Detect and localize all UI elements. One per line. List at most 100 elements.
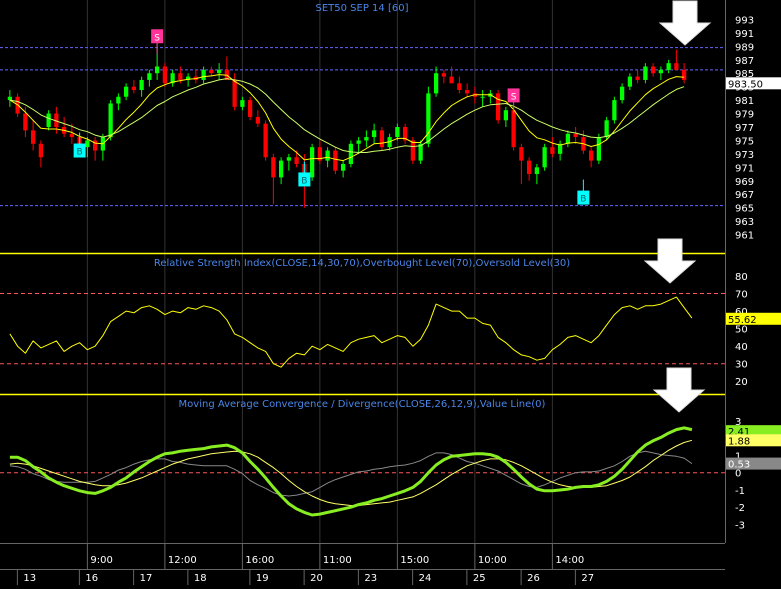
macd-tick-label: -2 bbox=[735, 503, 745, 514]
bull-candle-body bbox=[216, 69, 222, 74]
bear-candle-body bbox=[464, 90, 470, 94]
hour-label: 9:00 bbox=[90, 555, 112, 566]
bull-candle-body bbox=[309, 147, 315, 178]
bull-candle-body bbox=[596, 137, 602, 161]
price-tick-label: 993 bbox=[735, 15, 754, 26]
day-label: 20 bbox=[310, 573, 323, 584]
hour-label: 12:00 bbox=[168, 555, 197, 566]
bear-candle-body bbox=[410, 140, 416, 161]
price-tick-label: 963 bbox=[735, 217, 754, 228]
buy-signal-label: B bbox=[301, 176, 307, 186]
bear-candle-body bbox=[131, 86, 137, 91]
bear-candle-body bbox=[573, 133, 578, 138]
day-label: 27 bbox=[581, 573, 594, 584]
rsi-tick-label: 30 bbox=[735, 360, 748, 371]
bear-candle-body bbox=[441, 73, 447, 77]
bear-candle-body bbox=[209, 69, 214, 74]
bull-candle-body bbox=[108, 103, 113, 138]
price-tick-label: 975 bbox=[735, 136, 754, 147]
bull-candle-body bbox=[604, 120, 609, 138]
day-label: 23 bbox=[364, 573, 377, 584]
bull-candle-body bbox=[348, 143, 354, 164]
bear-candle-body bbox=[162, 66, 168, 84]
bull-candle-body bbox=[627, 76, 633, 87]
price-tick-label: 991 bbox=[735, 29, 754, 40]
day-label: 24 bbox=[419, 573, 432, 584]
bear-candle-body bbox=[38, 143, 44, 158]
bull-candle-body bbox=[666, 63, 671, 70]
price-tick-label: 969 bbox=[735, 177, 754, 188]
price-tick-label: 979 bbox=[735, 110, 754, 121]
bull-candle-body bbox=[658, 69, 664, 74]
bull-candle-body bbox=[565, 133, 571, 144]
bull-candle-body bbox=[371, 130, 377, 138]
histogram-last-value-label: 0.53 bbox=[728, 460, 750, 471]
bear-candle-body bbox=[247, 100, 253, 117]
bull-candle-body bbox=[201, 69, 206, 80]
price-tick-label: 973 bbox=[735, 150, 754, 161]
day-label: 18 bbox=[194, 573, 207, 584]
bull-candle-body bbox=[139, 79, 144, 91]
bear-candle-body bbox=[69, 133, 75, 138]
bear-candle-body bbox=[511, 110, 516, 148]
bull-candle-body bbox=[395, 127, 400, 138]
rsi-tick-label: 80 bbox=[735, 272, 748, 283]
price-tick-label: 977 bbox=[735, 123, 754, 134]
sell-signal-label: S bbox=[511, 92, 517, 102]
buy-signal-label: B bbox=[580, 195, 586, 205]
trading-chart[interactable]: 9939919899879859839819799779759739719699… bbox=[0, 0, 781, 585]
bull-candle-body bbox=[426, 93, 431, 144]
bear-candle-body bbox=[449, 76, 454, 84]
rsi-panel-title: Relative Strength Index(CLOSE,14,30,70),… bbox=[154, 258, 570, 269]
bull-candle-body bbox=[612, 100, 617, 121]
bear-candle-body bbox=[588, 150, 594, 161]
price-tick-label: 965 bbox=[735, 204, 754, 215]
price-last-value-label: 983.50 bbox=[728, 79, 763, 90]
bear-candle-body bbox=[255, 116, 261, 124]
bear-candle-body bbox=[674, 63, 679, 70]
buy-signal-label: B bbox=[77, 148, 83, 158]
bear-candle-body bbox=[333, 150, 338, 171]
bull-candle-body bbox=[340, 163, 346, 171]
bear-candle-body bbox=[495, 93, 501, 121]
bear-candle-body bbox=[271, 157, 276, 178]
bear-candle-body bbox=[519, 147, 524, 161]
signal-last-value-label: 1.88 bbox=[728, 436, 750, 447]
bull-candle-body bbox=[147, 73, 152, 80]
bear-candle-body bbox=[457, 83, 462, 91]
rsi-tick-label: 20 bbox=[735, 377, 748, 388]
bull-candle-body bbox=[7, 96, 13, 101]
hour-label: 10:00 bbox=[478, 555, 507, 566]
bull-candle-body bbox=[643, 66, 648, 80]
bull-candle-body bbox=[46, 113, 51, 127]
bull-candle-body bbox=[240, 100, 245, 107]
day-label: 25 bbox=[473, 573, 486, 584]
price-tick-label: 981 bbox=[735, 96, 754, 107]
bear-candle-body bbox=[379, 130, 385, 148]
bear-candle-body bbox=[526, 160, 532, 175]
rsi-tick-label: 50 bbox=[735, 325, 748, 336]
bear-candle-body bbox=[294, 157, 299, 164]
rsi-tick-label: 40 bbox=[735, 342, 748, 353]
day-label: 26 bbox=[527, 573, 540, 584]
day-label: 19 bbox=[256, 573, 269, 584]
macd-panel-title: Moving Average Convergence / Divergence(… bbox=[179, 399, 546, 410]
bull-candle-body bbox=[619, 86, 625, 101]
bear-candle-body bbox=[30, 130, 36, 144]
bear-candle-body bbox=[635, 76, 640, 80]
bull-candle-body bbox=[433, 73, 439, 94]
macd-tick-label: -3 bbox=[735, 520, 745, 531]
chart-canvas[interactable]: 9939919899879859839819799779759739719699… bbox=[0, 0, 781, 585]
price-tick-label: 961 bbox=[735, 231, 754, 242]
bull-candle-body bbox=[116, 96, 121, 104]
price-tick-label: 967 bbox=[735, 190, 754, 201]
bear-candle-body bbox=[178, 73, 183, 80]
price-tick-label: 971 bbox=[735, 163, 754, 174]
bull-candle-body bbox=[286, 157, 292, 161]
bull-candle-body bbox=[85, 140, 90, 148]
rsi-last-value-label: 55.62 bbox=[728, 315, 757, 326]
bear-candle-body bbox=[263, 123, 268, 158]
bull-candle-body bbox=[480, 96, 485, 98]
bull-candle-body bbox=[364, 137, 369, 141]
hour-label: 15:00 bbox=[400, 555, 429, 566]
